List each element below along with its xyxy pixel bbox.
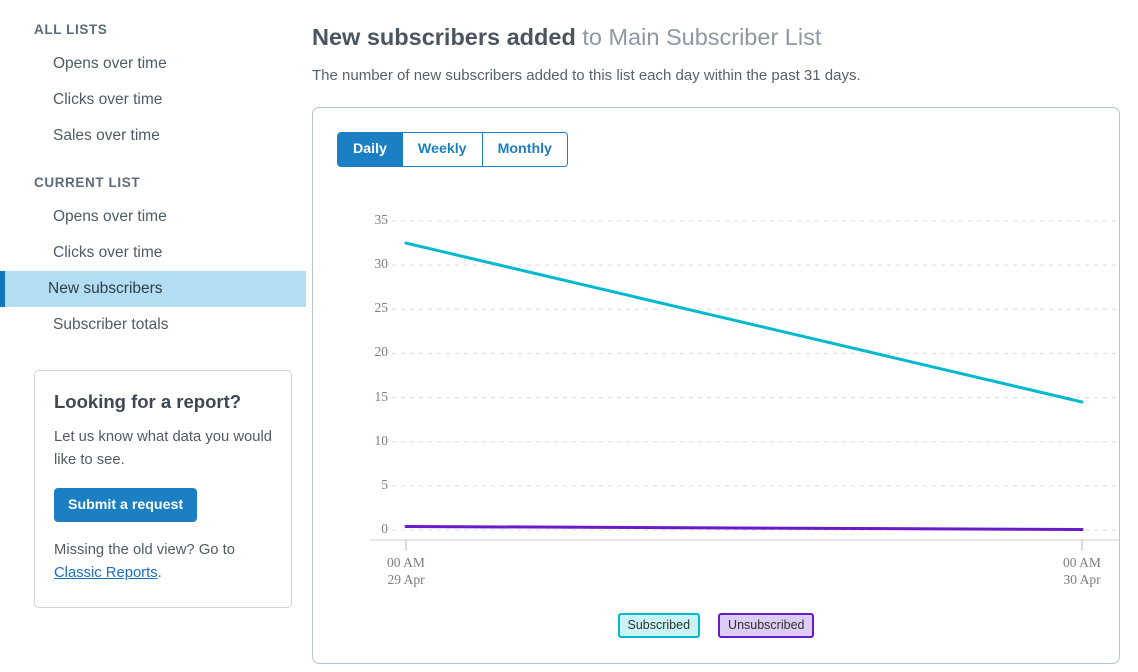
- sidebar-nav-all-lists: Opens over time Clicks over time Sales o…: [0, 46, 306, 154]
- legend-item-unsubscribed[interactable]: Unsubscribed: [718, 613, 815, 638]
- report-card-heading: Looking for a report?: [54, 391, 242, 412]
- sidebar: ALL LISTS Opens over time Clicks over ti…: [0, 0, 306, 672]
- y-tick-20: 20: [374, 344, 389, 360]
- sidebar-section-all-lists: ALL LISTS Opens over time Clicks over ti…: [0, 22, 306, 154]
- submit-a-request-button[interactable]: Submit a request: [54, 488, 198, 522]
- sidebar-item-opens-over-time-all[interactable]: Opens over time: [0, 46, 306, 82]
- x-tick-time: 00 AM: [387, 555, 425, 570]
- chart-card: Daily Weekly Monthly 0 5 10 15 20 25 30 35 00 A…: [312, 107, 1120, 664]
- chart-legend: Subscribed Unsubscribed: [313, 613, 1119, 638]
- sidebar-item-clicks-over-time-current[interactable]: Clicks over time: [0, 235, 306, 271]
- report-card-footer-suffix: .: [157, 565, 162, 581]
- report-card-footer-prefix: Missing the old view? Go to: [54, 542, 235, 558]
- y-tick-5: 5: [381, 476, 388, 492]
- y-tick-25: 25: [374, 300, 389, 316]
- sidebar-item-subscriber-totals[interactable]: Subscriber totals: [0, 307, 306, 343]
- page-title-strong: New subscribers added: [312, 24, 576, 50]
- y-tick-15: 15: [374, 388, 389, 404]
- y-tick-30: 30: [374, 256, 389, 272]
- sidebar-item-new-subscribers[interactable]: New subscribers: [0, 271, 306, 307]
- y-tick-35: 35: [374, 212, 389, 227]
- legend-item-subscribed[interactable]: Subscribed: [617, 613, 701, 638]
- report-card-footer: Missing the old view? Go to Classic Repo…: [54, 539, 272, 585]
- sidebar-section-title-current-list: CURRENT LIST: [34, 175, 141, 190]
- page-subtitle: The number of new subscribers added to t…: [312, 67, 861, 84]
- chart-plot-area: 0 5 10 15 20 25 30 35 00 AM 29 Apr 00 AM 30 Apr: [313, 108, 1119, 663]
- x-tick-time: 00 AM: [1063, 555, 1101, 570]
- x-tick-0: 00 AM 29 Apr: [361, 554, 451, 588]
- x-tick-date: 29 Apr: [387, 572, 425, 587]
- page-title-rest: to Main Subscriber List: [575, 24, 822, 50]
- report-card-body: Let us know what data you would like to …: [54, 429, 272, 468]
- report-request-card: Looking for a report? Let us know what d…: [34, 370, 292, 608]
- y-tick-0: 0: [381, 521, 388, 536]
- sidebar-item-clicks-over-time-all[interactable]: Clicks over time: [0, 82, 306, 118]
- page-root: ALL LISTS Opens over time Clicks over ti…: [0, 0, 1138, 672]
- sidebar-section-current-list: CURRENT LIST Opens over time Clicks over…: [0, 175, 306, 343]
- sidebar-section-title-all-lists: ALL LISTS: [34, 22, 108, 37]
- main-content: New subscribers added to Main Subscriber…: [306, 0, 1138, 672]
- sidebar-item-opens-over-time-current[interactable]: Opens over time: [0, 199, 306, 235]
- sidebar-item-sales-over-time-all[interactable]: Sales over time: [0, 118, 306, 154]
- x-tick-date: 30 Apr: [1063, 572, 1101, 587]
- x-tick-1: 00 AM 30 Apr: [1037, 554, 1127, 588]
- page-title: New subscribers added to Main Subscriber…: [312, 22, 1120, 52]
- y-tick-10: 10: [374, 432, 389, 448]
- classic-reports-link[interactable]: Classic Reports: [54, 565, 158, 581]
- sidebar-nav-current-list: Opens over time Clicks over time New sub…: [0, 199, 306, 343]
